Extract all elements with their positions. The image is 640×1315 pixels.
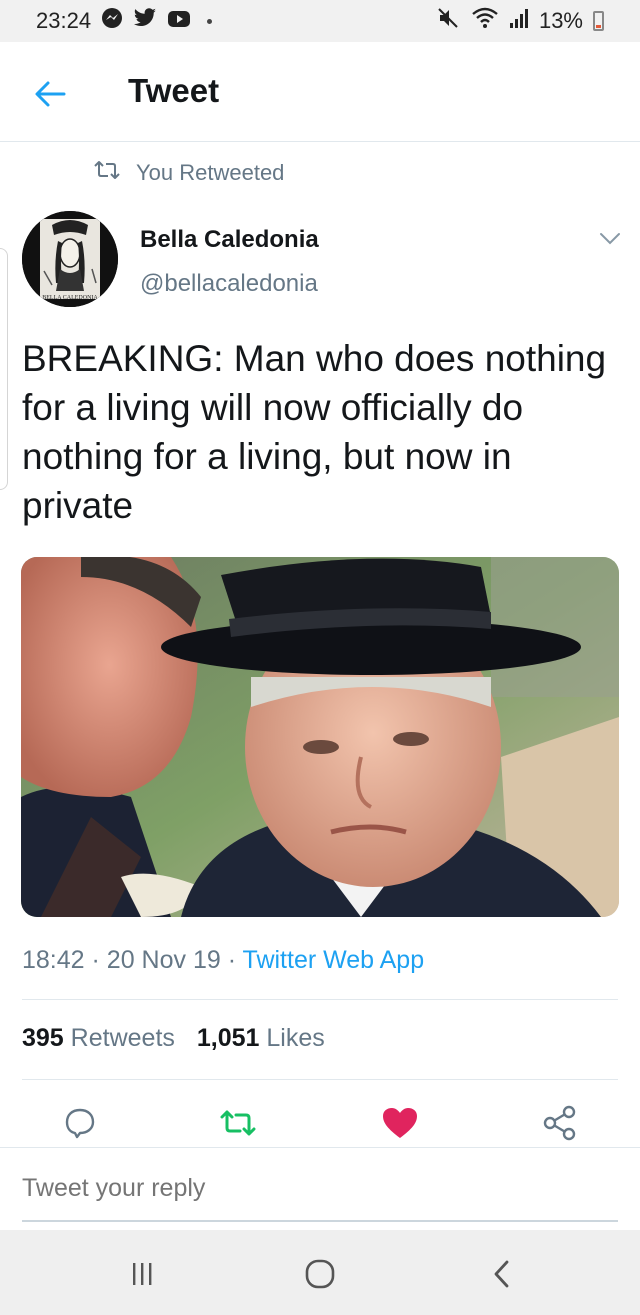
retweet-icon bbox=[92, 160, 122, 186]
avatar-logo-text: BELLA CALEDONIA bbox=[42, 295, 98, 301]
wifi-icon bbox=[471, 7, 499, 35]
heart-icon bbox=[383, 1108, 417, 1138]
back-chevron-icon bbox=[494, 1260, 509, 1288]
tweet-source-link[interactable]: Twitter Web App bbox=[243, 946, 425, 974]
tweet-options-button[interactable] bbox=[598, 226, 622, 250]
mute-icon bbox=[437, 7, 461, 35]
reply-icon bbox=[65, 1108, 95, 1139]
tweet-stats: 395 Retweets 1,051 Likes bbox=[22, 1024, 325, 1053]
battery-percent: 13% bbox=[538, 8, 583, 33]
share-icon bbox=[543, 1105, 576, 1141]
divider bbox=[22, 1079, 618, 1080]
likes-count: 1,051 bbox=[196, 1024, 260, 1052]
chevron-down-icon bbox=[600, 233, 620, 245]
tweet-date: 20 Nov 19 bbox=[106, 946, 221, 974]
author-name[interactable]: Bella Caledonia bbox=[140, 226, 319, 254]
author-handle[interactable]: @bellacaledonia bbox=[140, 270, 318, 298]
reply-composer bbox=[0, 1147, 640, 1227]
back-arrow-icon bbox=[35, 81, 66, 107]
back-nav-button[interactable] bbox=[480, 1252, 524, 1296]
tweet-action-bar bbox=[0, 1100, 640, 1146]
retweet-context[interactable]: You Retweeted bbox=[92, 160, 284, 186]
status-time: 23:24 bbox=[36, 8, 92, 33]
like-button[interactable] bbox=[380, 1100, 420, 1146]
signal-icon bbox=[509, 7, 529, 35]
likes-stat[interactable]: 1,051 Likes bbox=[197, 1024, 325, 1053]
meta-separator: · bbox=[227, 946, 237, 974]
share-button[interactable] bbox=[540, 1100, 580, 1146]
reply-input[interactable] bbox=[22, 1174, 618, 1203]
messenger-icon bbox=[101, 7, 123, 35]
likes-label: Likes bbox=[266, 1024, 325, 1052]
retweet-context-label: You Retweeted bbox=[136, 160, 285, 185]
tweet-time: 18:42 bbox=[22, 946, 85, 974]
reply-underline bbox=[22, 1220, 618, 1222]
recent-apps-icon bbox=[133, 1263, 152, 1285]
tweet-photo[interactable] bbox=[21, 557, 619, 917]
page-title: Tweet bbox=[128, 72, 220, 109]
battery-icon bbox=[593, 11, 604, 31]
notification-dot bbox=[207, 18, 213, 24]
recent-apps-button[interactable] bbox=[120, 1252, 164, 1296]
divider bbox=[22, 999, 618, 1000]
home-button[interactable] bbox=[298, 1252, 342, 1296]
twitter-icon bbox=[133, 8, 157, 34]
system-nav-bar bbox=[0, 1230, 640, 1315]
tweet-text: BREAKING: Man who does nothing for a liv… bbox=[22, 338, 607, 526]
retweets-count: 395 bbox=[22, 1024, 64, 1052]
retweets-label: Retweets bbox=[70, 1024, 175, 1052]
avatar[interactable]: BELLA CALEDONIA bbox=[22, 211, 118, 307]
meta-separator: · bbox=[91, 946, 100, 974]
retweet-icon bbox=[220, 1110, 256, 1136]
reply-button[interactable] bbox=[60, 1100, 100, 1146]
home-icon bbox=[305, 1259, 335, 1289]
youtube-icon bbox=[167, 8, 191, 34]
retweets-stat[interactable]: 395 Retweets bbox=[22, 1024, 175, 1053]
app-header: Tweet bbox=[0, 42, 640, 142]
tweet-meta: 18:42 · 20 Nov 19 · Twitter Web App bbox=[22, 946, 424, 975]
side-edge-card bbox=[0, 248, 8, 490]
status-bar: 23:24 13% bbox=[0, 0, 640, 42]
back-button[interactable] bbox=[30, 74, 70, 114]
retweet-button[interactable] bbox=[218, 1100, 258, 1146]
